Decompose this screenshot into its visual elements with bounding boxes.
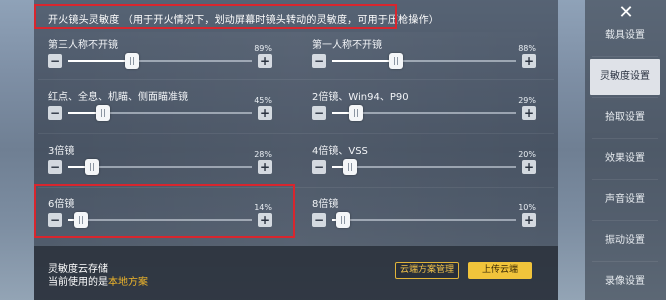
slider-thumb[interactable] bbox=[84, 159, 99, 175]
slider-track[interactable] bbox=[332, 105, 516, 121]
setting-label: 第三人称不开镜 bbox=[48, 40, 118, 51]
setting-label: 6倍镜 bbox=[48, 199, 75, 210]
upload-cloud-button[interactable]: 上传云端 bbox=[468, 262, 532, 279]
increase-button[interactable]: + bbox=[522, 106, 536, 120]
setting-value: 89% bbox=[254, 44, 272, 53]
slider-thumb[interactable] bbox=[336, 212, 351, 228]
decrease-button[interactable]: − bbox=[312, 213, 326, 227]
setting-4x-scope: 4倍镜、VSS 20% − + bbox=[312, 142, 536, 182]
setting-3x-scope: 3倍镜 28% − + bbox=[48, 142, 272, 182]
slider-thumb[interactable] bbox=[343, 159, 358, 175]
slider-track[interactable] bbox=[332, 159, 516, 175]
setting-label: 2倍镜、Win94、P90 bbox=[312, 92, 409, 103]
increase-button[interactable]: + bbox=[258, 54, 272, 68]
setting-label: 第一人称不开镜 bbox=[312, 40, 382, 51]
setting-first-person-no-scope: 第一人称不开镜 88% − + bbox=[312, 36, 536, 76]
setting-label: 3倍镜 bbox=[48, 146, 75, 157]
decrease-button[interactable]: − bbox=[312, 54, 326, 68]
setting-red-dot-holo-iron: 红点、全息、机瞄、侧面瞄准镜 45% − + bbox=[48, 88, 272, 128]
sidebar-divider bbox=[592, 261, 658, 262]
decrease-button[interactable]: − bbox=[48, 160, 62, 174]
row-divider bbox=[38, 79, 554, 80]
setting-label: 红点、全息、机瞄、侧面瞄准镜 bbox=[48, 92, 188, 103]
sidebar-item-vibration[interactable]: 振动设置 bbox=[590, 223, 660, 259]
sidebar-item-vehicle[interactable]: 载具设置 bbox=[590, 18, 660, 54]
slider-thumb[interactable] bbox=[95, 105, 110, 121]
slider-thumb[interactable] bbox=[73, 212, 88, 228]
sidebar-item-sound[interactable]: 声音设置 bbox=[590, 182, 660, 218]
setting-third-person-no-scope: 第三人称不开镜 89% − + bbox=[48, 36, 272, 76]
sidebar-item-recording[interactable]: 录像设置 bbox=[590, 264, 660, 300]
slider-thumb[interactable] bbox=[389, 53, 404, 69]
cloud-scheme-manage-button[interactable]: 云端方案管理 bbox=[395, 262, 459, 279]
slider-thumb[interactable] bbox=[125, 53, 140, 69]
sidebar-item-pickup[interactable]: 拾取设置 bbox=[590, 100, 660, 136]
sidebar-divider bbox=[592, 179, 658, 180]
setting-value: 20% bbox=[518, 150, 536, 159]
increase-button[interactable]: + bbox=[258, 213, 272, 227]
decrease-button[interactable]: − bbox=[312, 160, 326, 174]
slider-track[interactable] bbox=[68, 159, 252, 175]
increase-button[interactable]: + bbox=[258, 106, 272, 120]
sidebar-divider bbox=[592, 220, 658, 221]
current-scheme-value: 本地方案 bbox=[108, 277, 148, 288]
decrease-button[interactable]: − bbox=[48, 54, 62, 68]
row-divider bbox=[38, 187, 554, 188]
sidebar-divider bbox=[592, 97, 658, 98]
slider-fill bbox=[68, 60, 133, 62]
decrease-button[interactable]: − bbox=[48, 213, 62, 227]
setting-6x-scope: 6倍镜 14% − + bbox=[48, 195, 272, 235]
slider-track[interactable] bbox=[332, 53, 516, 69]
setting-value: 28% bbox=[254, 150, 272, 159]
slider-thumb[interactable] bbox=[348, 105, 363, 121]
section-title: 开火镜头灵敏度 （用于开火情况下，划动屏幕时镜头转动的灵敏度，可用于压枪操作） bbox=[48, 15, 439, 26]
setting-value: 10% bbox=[518, 203, 536, 212]
setting-8x-scope: 8倍镜 10% − + bbox=[312, 195, 536, 235]
sidebar-item-effects[interactable]: 效果设置 bbox=[590, 141, 660, 177]
setting-value: 14% bbox=[254, 203, 272, 212]
row-divider bbox=[38, 133, 554, 134]
setting-label: 4倍镜、VSS bbox=[312, 146, 368, 157]
sidebar-item-sensitivity[interactable]: 灵敏度设置 bbox=[590, 59, 660, 95]
increase-button[interactable]: + bbox=[522, 213, 536, 227]
increase-button[interactable]: + bbox=[258, 160, 272, 174]
sidebar-divider bbox=[592, 56, 658, 57]
slider-track[interactable] bbox=[68, 53, 252, 69]
decrease-button[interactable]: − bbox=[312, 106, 326, 120]
setting-value: 88% bbox=[518, 44, 536, 53]
setting-2x-scope: 2倍镜、Win94、P90 29% − + bbox=[312, 88, 536, 128]
increase-button[interactable]: + bbox=[522, 54, 536, 68]
slider-fill bbox=[332, 60, 397, 62]
current-scheme: 当前使用的是本地方案 bbox=[48, 273, 148, 288]
slider-track[interactable] bbox=[332, 212, 516, 228]
slider-track[interactable] bbox=[68, 212, 252, 228]
setting-value: 29% bbox=[518, 96, 536, 105]
decrease-button[interactable]: − bbox=[48, 106, 62, 120]
increase-button[interactable]: + bbox=[522, 160, 536, 174]
slider-track[interactable] bbox=[68, 105, 252, 121]
setting-label: 8倍镜 bbox=[312, 199, 339, 210]
sidebar-divider bbox=[592, 138, 658, 139]
current-scheme-prefix: 当前使用的是 bbox=[48, 277, 108, 288]
setting-value: 45% bbox=[254, 96, 272, 105]
